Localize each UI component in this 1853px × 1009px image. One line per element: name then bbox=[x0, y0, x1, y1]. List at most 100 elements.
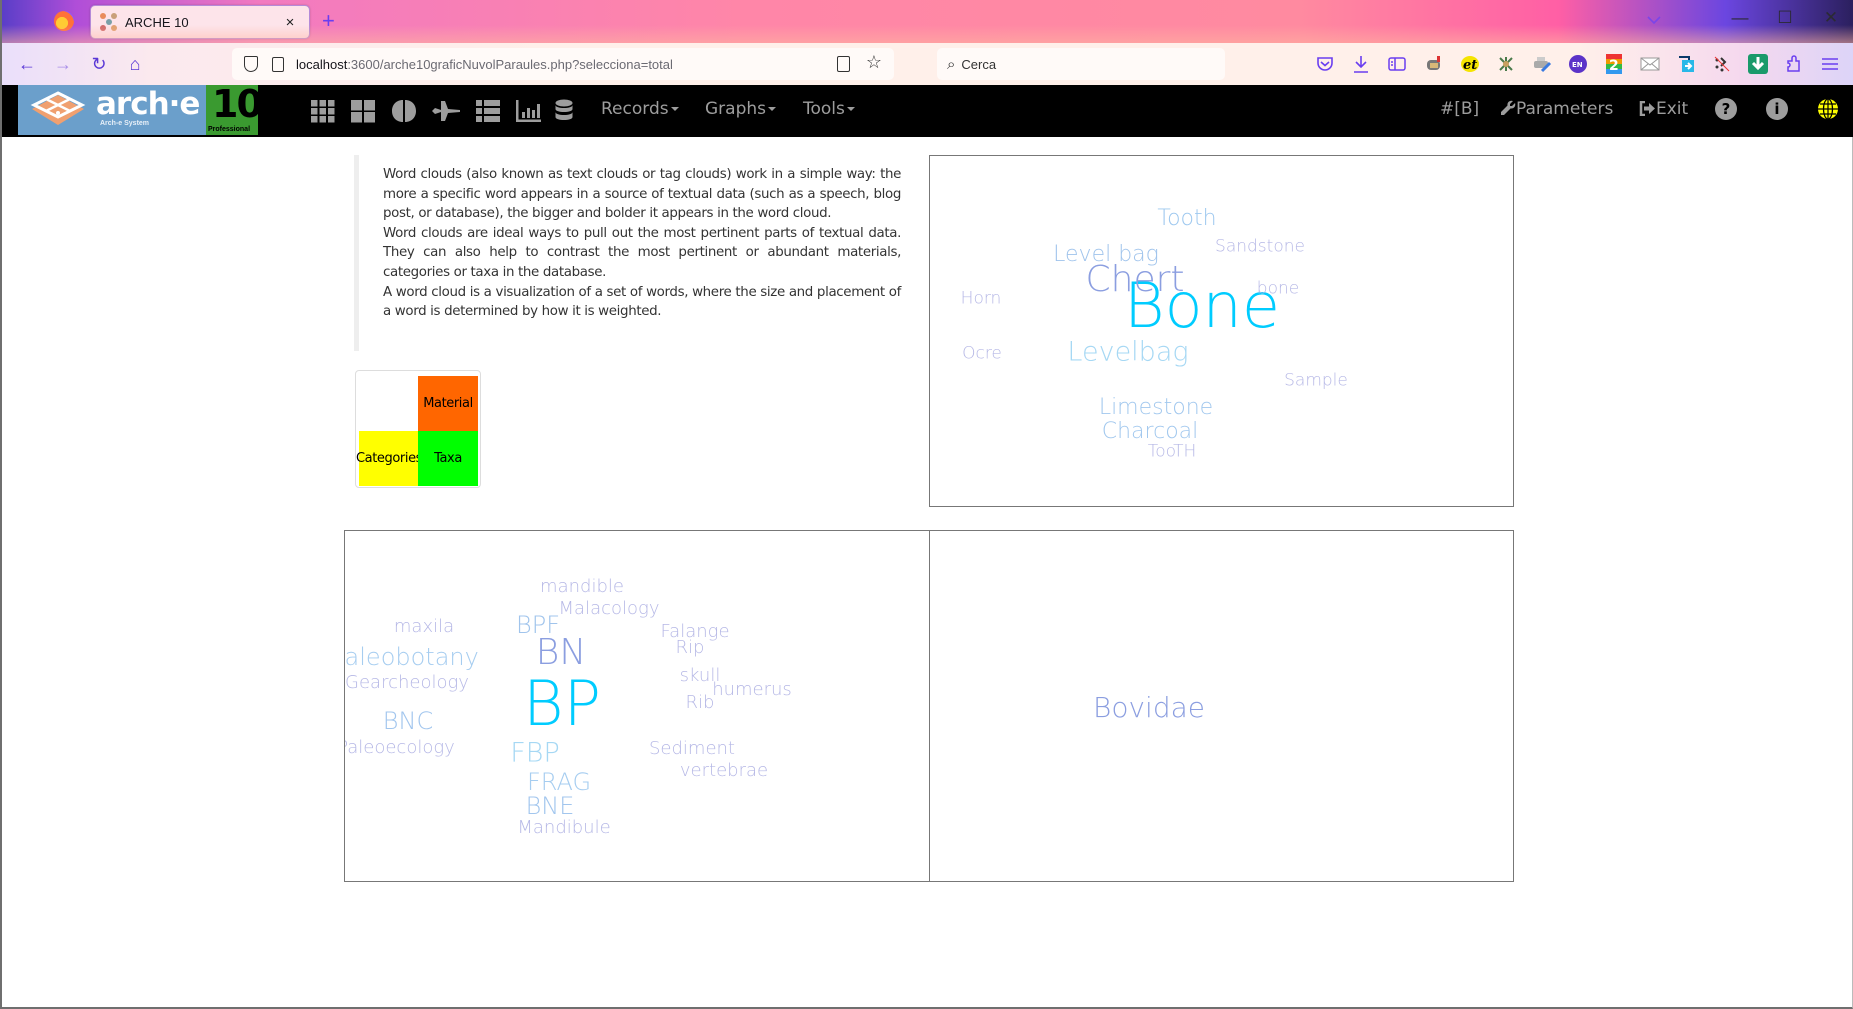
cloud-word: Level bag bbox=[1053, 242, 1159, 267]
two-icon[interactable]: 2 bbox=[1603, 53, 1625, 75]
share-icon[interactable] bbox=[1675, 53, 1697, 75]
new-tab-button[interactable]: + bbox=[322, 8, 335, 34]
forward-button[interactable]: → bbox=[50, 51, 76, 77]
plane-icon[interactable] bbox=[431, 98, 461, 124]
list-all-tabs-button[interactable] bbox=[1647, 12, 1661, 28]
legend-material: Material bbox=[418, 376, 478, 431]
pocket-icon[interactable] bbox=[1314, 53, 1336, 75]
cloud-word: Ocre bbox=[962, 343, 1002, 364]
caret-down-icon bbox=[768, 107, 777, 111]
app-navbar: arch·e Arch-e System 10 Professional Rec… bbox=[2, 82, 1853, 137]
cloud-word: BNC bbox=[382, 707, 434, 735]
figure-icon[interactable] bbox=[1495, 53, 1517, 75]
cloud-word: TooTH bbox=[1147, 441, 1197, 462]
taxa-word-cloud: Bovidae bbox=[929, 530, 1514, 882]
cloud-word: mandible bbox=[540, 576, 624, 597]
cloud-word: Levelbag bbox=[1067, 336, 1189, 368]
info-icon[interactable]: i bbox=[1766, 98, 1788, 120]
search-icon: ⌕ bbox=[947, 55, 956, 73]
hash-b-link[interactable]: #[B] bbox=[1440, 99, 1479, 119]
cloud-word: Rip bbox=[675, 637, 705, 658]
bar-chart-icon[interactable] bbox=[516, 98, 542, 124]
logo-edition: Professional bbox=[208, 126, 251, 133]
close-window-button[interactable]: ✕ bbox=[1816, 8, 1846, 28]
cloud-word: bone bbox=[1256, 278, 1300, 299]
list-icon[interactable] bbox=[476, 98, 500, 124]
cloud-word: Malacology bbox=[558, 598, 660, 619]
cloud-word: BP bbox=[523, 667, 601, 740]
green-download-icon[interactable] bbox=[1747, 53, 1769, 75]
back-button[interactable]: ← bbox=[14, 51, 40, 77]
categories-word-cloud: BP BN FBP BPF Paleobotany BNC FRAG BNE mandible M… bbox=[344, 530, 930, 882]
mail-icon[interactable] bbox=[1639, 53, 1661, 75]
cloud-word: Gearcheology bbox=[345, 672, 469, 693]
home-button[interactable]: ⌂ bbox=[122, 51, 148, 77]
close-tab-icon[interactable]: × bbox=[277, 14, 303, 31]
maximize-button[interactable]: ☐ bbox=[1770, 8, 1800, 28]
graphs-menu[interactable]: Graphs bbox=[705, 99, 777, 119]
cloud-word: Limestone bbox=[1098, 395, 1214, 420]
shield-icon[interactable] bbox=[244, 56, 258, 72]
tools-menu[interactable]: Tools bbox=[803, 99, 855, 119]
bookmark-star-icon[interactable]: ☆ bbox=[866, 52, 882, 73]
grid-9-icon[interactable] bbox=[311, 98, 335, 124]
cursor-off-icon[interactable] bbox=[1711, 53, 1733, 75]
cloud-word: Sample bbox=[1284, 370, 1348, 391]
svg-text:2: 2 bbox=[1609, 58, 1619, 74]
page-info-icon[interactable] bbox=[272, 56, 284, 72]
sign-out-icon bbox=[1639, 100, 1655, 117]
cloud-legend: Material Categories Taxa bbox=[355, 370, 481, 488]
tab-arche[interactable]: ARCHE 10 × bbox=[90, 5, 310, 39]
extensions-puzzle-icon[interactable] bbox=[1783, 53, 1805, 75]
cloud-word: Charcoal bbox=[1101, 419, 1199, 444]
logo-version: 10 bbox=[212, 82, 263, 126]
legend-categories: Categories bbox=[356, 431, 422, 486]
et-icon[interactable]: et bbox=[1459, 53, 1481, 75]
intro-paragraph-1: Word clouds (also known as text clouds o… bbox=[383, 167, 901, 222]
brain-icon[interactable] bbox=[391, 98, 417, 124]
reader-view-icon[interactable] bbox=[837, 56, 850, 72]
caret-down-icon bbox=[846, 107, 855, 111]
search-placeholder: Cerca bbox=[961, 56, 997, 72]
grid-4-icon[interactable] bbox=[351, 98, 375, 124]
cloud-word: Bovidae bbox=[1093, 691, 1205, 724]
minimize-button[interactable]: — bbox=[1725, 8, 1755, 28]
mailbox-icon[interactable] bbox=[1423, 53, 1445, 75]
cloud-word: FRAG bbox=[526, 768, 592, 796]
cloud-word: FBP bbox=[510, 737, 560, 769]
cloud-word: BN bbox=[535, 632, 587, 673]
records-menu[interactable]: Records bbox=[601, 99, 679, 119]
globe-language-icon[interactable] bbox=[1817, 98, 1839, 120]
database-icon[interactable] bbox=[555, 98, 573, 124]
en-translate-icon[interactable]: EN bbox=[1567, 53, 1589, 75]
arche-logo[interactable]: arch·e Arch-e System 10 Professional bbox=[18, 82, 263, 135]
navigation-toolbar: ← → ↻ ⌂ localhost:3600/arche10graficNuvo… bbox=[2, 43, 1853, 85]
arche-favicon-icon bbox=[100, 13, 118, 31]
url-text[interactable]: localhost:3600/arche10graficNuvolParaule… bbox=[296, 57, 673, 72]
cloud-word: Sediment bbox=[648, 738, 736, 759]
firefox-icon bbox=[54, 11, 74, 31]
reload-button[interactable]: ↻ bbox=[86, 51, 112, 77]
caret-down-icon bbox=[670, 107, 679, 111]
help-icon[interactable]: ? bbox=[1715, 98, 1737, 120]
cloud-word: Tooth bbox=[1157, 206, 1217, 231]
cloud-word: Rib bbox=[685, 692, 715, 713]
svg-text:et: et bbox=[1463, 58, 1477, 73]
intro-paragraph-2: Word clouds are ideal ways to pull out t… bbox=[383, 225, 901, 280]
printer-icon[interactable] bbox=[1531, 53, 1553, 75]
intro-blockquote: Word clouds (also known as text clouds o… bbox=[354, 155, 902, 351]
parameters-link[interactable]: Parameters bbox=[1500, 99, 1613, 119]
material-word-cloud: Bone Chert Levelbag Level bag Tooth Limestone… bbox=[929, 155, 1514, 507]
download-icon[interactable] bbox=[1350, 53, 1372, 75]
cloud-word: maxila bbox=[393, 616, 455, 637]
cloud-word: Paleobotany bbox=[344, 643, 479, 671]
exit-link[interactable]: Exit bbox=[1639, 99, 1688, 119]
wrench-icon bbox=[1501, 100, 1516, 115]
search-bar[interactable]: ⌕ Cerca bbox=[937, 48, 1225, 80]
sidebar-icon[interactable] bbox=[1386, 53, 1408, 75]
url-bar[interactable]: localhost:3600/arche10graficNuvolParaule… bbox=[232, 48, 894, 80]
tab-title: ARCHE 10 bbox=[125, 14, 189, 30]
cloud-word: vertebrae bbox=[679, 760, 769, 781]
hamburger-menu-icon[interactable] bbox=[1819, 53, 1841, 75]
cloud-word: BNE bbox=[525, 792, 575, 820]
